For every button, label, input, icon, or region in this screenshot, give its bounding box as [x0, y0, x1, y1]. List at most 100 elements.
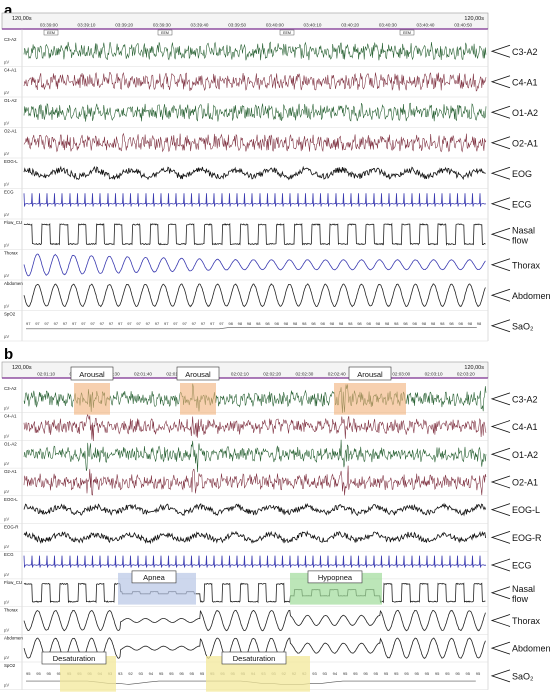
a-trace-abdomen — [23, 283, 486, 308]
b-channel-label: SaO₂ — [512, 671, 534, 681]
a-sao2-value: 97 — [35, 321, 40, 326]
b-trace-ecg — [23, 555, 487, 568]
b-sao2-value: 95 — [425, 671, 430, 676]
hypopnea-label: Hypopnea — [318, 573, 353, 582]
b-channel-label: Abdomen — [512, 644, 551, 654]
a-sao2-value: 97 — [155, 321, 160, 326]
a-channel-code: EOG-L — [4, 159, 18, 164]
b-channel-label: O1-A2 — [512, 450, 538, 460]
a-sao2-value: 98 — [422, 321, 427, 326]
a-sao2-value: 97 — [182, 321, 187, 326]
b-time-tick: 02:02:10 — [231, 372, 249, 377]
b-trace-thorax — [23, 609, 486, 632]
a-sao2-value: 98 — [412, 321, 417, 326]
b-duration-left: 120,00s — [12, 365, 32, 371]
a-channel-label: C3-A2 — [512, 47, 538, 57]
b-sao2-value: 93 — [118, 671, 123, 676]
a-unit-label: µV — [4, 212, 9, 217]
a-time-tick: 03:39:20 — [115, 23, 133, 28]
b-sao2-value: 95 — [190, 671, 195, 676]
a-eem-marker-label: EEM — [47, 31, 55, 35]
b-unit-label: µV — [4, 627, 9, 632]
a-channel-code: ECG — [4, 190, 14, 195]
a-trace-o2-a1 — [23, 132, 487, 153]
b-sao2-value: 95 — [374, 671, 379, 676]
a-channel-label: Nasal — [512, 225, 535, 235]
a-label-pointer — [490, 75, 511, 89]
b-channel-label: EOG-L — [512, 505, 540, 515]
b-label-pointer — [490, 392, 511, 406]
b-time-tick: 02:03:00 — [392, 372, 410, 377]
b-unit-label: µV — [4, 489, 9, 494]
b-trace-eog-l — [23, 502, 486, 517]
a-sao2-value: 98 — [449, 321, 454, 326]
a-channel-label: flow — [512, 235, 529, 245]
a-sao2-value: 98 — [302, 321, 307, 326]
b-time-tick: 02:02:30 — [295, 372, 313, 377]
a-time-tick: 03:40:10 — [304, 23, 322, 28]
b-channel-code: O2-A1 — [4, 469, 17, 474]
a-sao2-value: 98 — [394, 321, 399, 326]
b-time-tick: 02:02:20 — [263, 372, 281, 377]
a-sao2-value: 97 — [81, 321, 86, 326]
b-channel-code: Abdomen — [4, 635, 23, 640]
a-sao2-value: 98 — [403, 321, 408, 326]
a-trace-ecg — [23, 193, 487, 207]
b-sao2-value: 94 — [149, 671, 154, 676]
a-eem-marker-label: EEM — [403, 31, 411, 35]
a-channel-code: Flow_CU — [4, 220, 22, 225]
a-channel-code: Thorax — [4, 251, 18, 256]
b-sao2-value: 95 — [159, 671, 164, 676]
a-sao2-value: 98 — [256, 321, 261, 326]
a-trace-c3-a2 — [23, 41, 487, 61]
a-sao2-value: 98 — [385, 321, 390, 326]
b-trace-o2-a1 — [23, 465, 487, 496]
a-sao2-value: 97 — [201, 321, 206, 326]
a-sao2-value: 97 — [63, 321, 68, 326]
a-channel-label: C4-A1 — [512, 77, 538, 87]
b-label-pointer — [490, 530, 511, 544]
b-sao2-value: 92 — [128, 671, 133, 676]
a-duration-left: 120,00s — [12, 16, 32, 22]
b-channel-code: EOG-R — [4, 525, 18, 530]
polysomnography-recording: 120,00s 120,00s 03:39:00 03:39:10 03:39:20 03… — [0, 12, 551, 692]
b-unit-label: µV — [4, 406, 9, 411]
b-label-pointer — [490, 669, 511, 683]
a-channel-label: O2-A1 — [512, 138, 538, 148]
a-channel-label: EOG — [512, 169, 532, 179]
a-channel-label: O1-A2 — [512, 108, 538, 118]
a-label-pointer — [490, 288, 511, 302]
b-sao2-value: 95 — [363, 671, 368, 676]
a-event-markers: EEM EEM EEM EEM — [43, 29, 415, 35]
b-sao2-value: 93 — [138, 671, 143, 676]
a-sao2-value: 98 — [247, 321, 252, 326]
a-channel-label: Thorax — [512, 260, 541, 270]
a-sao2-value: 98 — [376, 321, 381, 326]
b-label-pointer — [490, 586, 511, 600]
a-eem-marker-label: EEM — [283, 31, 291, 35]
b-sao2-value: 95 — [343, 671, 348, 676]
a-time-tick: 03:39:30 — [153, 23, 171, 28]
b-channel-code: C4-A1 — [4, 414, 17, 419]
a-time-tick: 03:39:10 — [78, 23, 96, 28]
b-channel-code: Thorax — [4, 608, 18, 613]
b-sao2-value: 95 — [404, 671, 409, 676]
a-trace-flow_cu — [23, 222, 486, 246]
b-sao2-value: 95 — [466, 671, 471, 676]
b-sao2-value: 95 — [179, 671, 184, 676]
a-eem-marker-label: EEM — [161, 31, 169, 35]
b-sao2-value: 95 — [455, 671, 460, 676]
b-unit-label: µV — [4, 572, 9, 577]
a-panel: 120,00s 120,00s 03:39:00 03:39:10 03:39:20 03… — [0, 12, 551, 342]
a-sao2-value: 97 — [90, 321, 95, 326]
a-time-tick: 03:39:00 — [40, 23, 58, 28]
a-unit-label: µV — [4, 60, 9, 65]
b-time-tick: 02:01:10 — [37, 372, 55, 377]
a-sao2-value: 97 — [100, 321, 105, 326]
a-sao2-value: 98 — [330, 321, 335, 326]
a-sao2-value: 98 — [440, 321, 445, 326]
arousal-label: Arousal — [357, 370, 383, 379]
b-sao2-value: 95 — [476, 671, 481, 676]
a-channel-code: C4-A1 — [4, 68, 17, 73]
a-unit-label: µV — [4, 121, 9, 126]
